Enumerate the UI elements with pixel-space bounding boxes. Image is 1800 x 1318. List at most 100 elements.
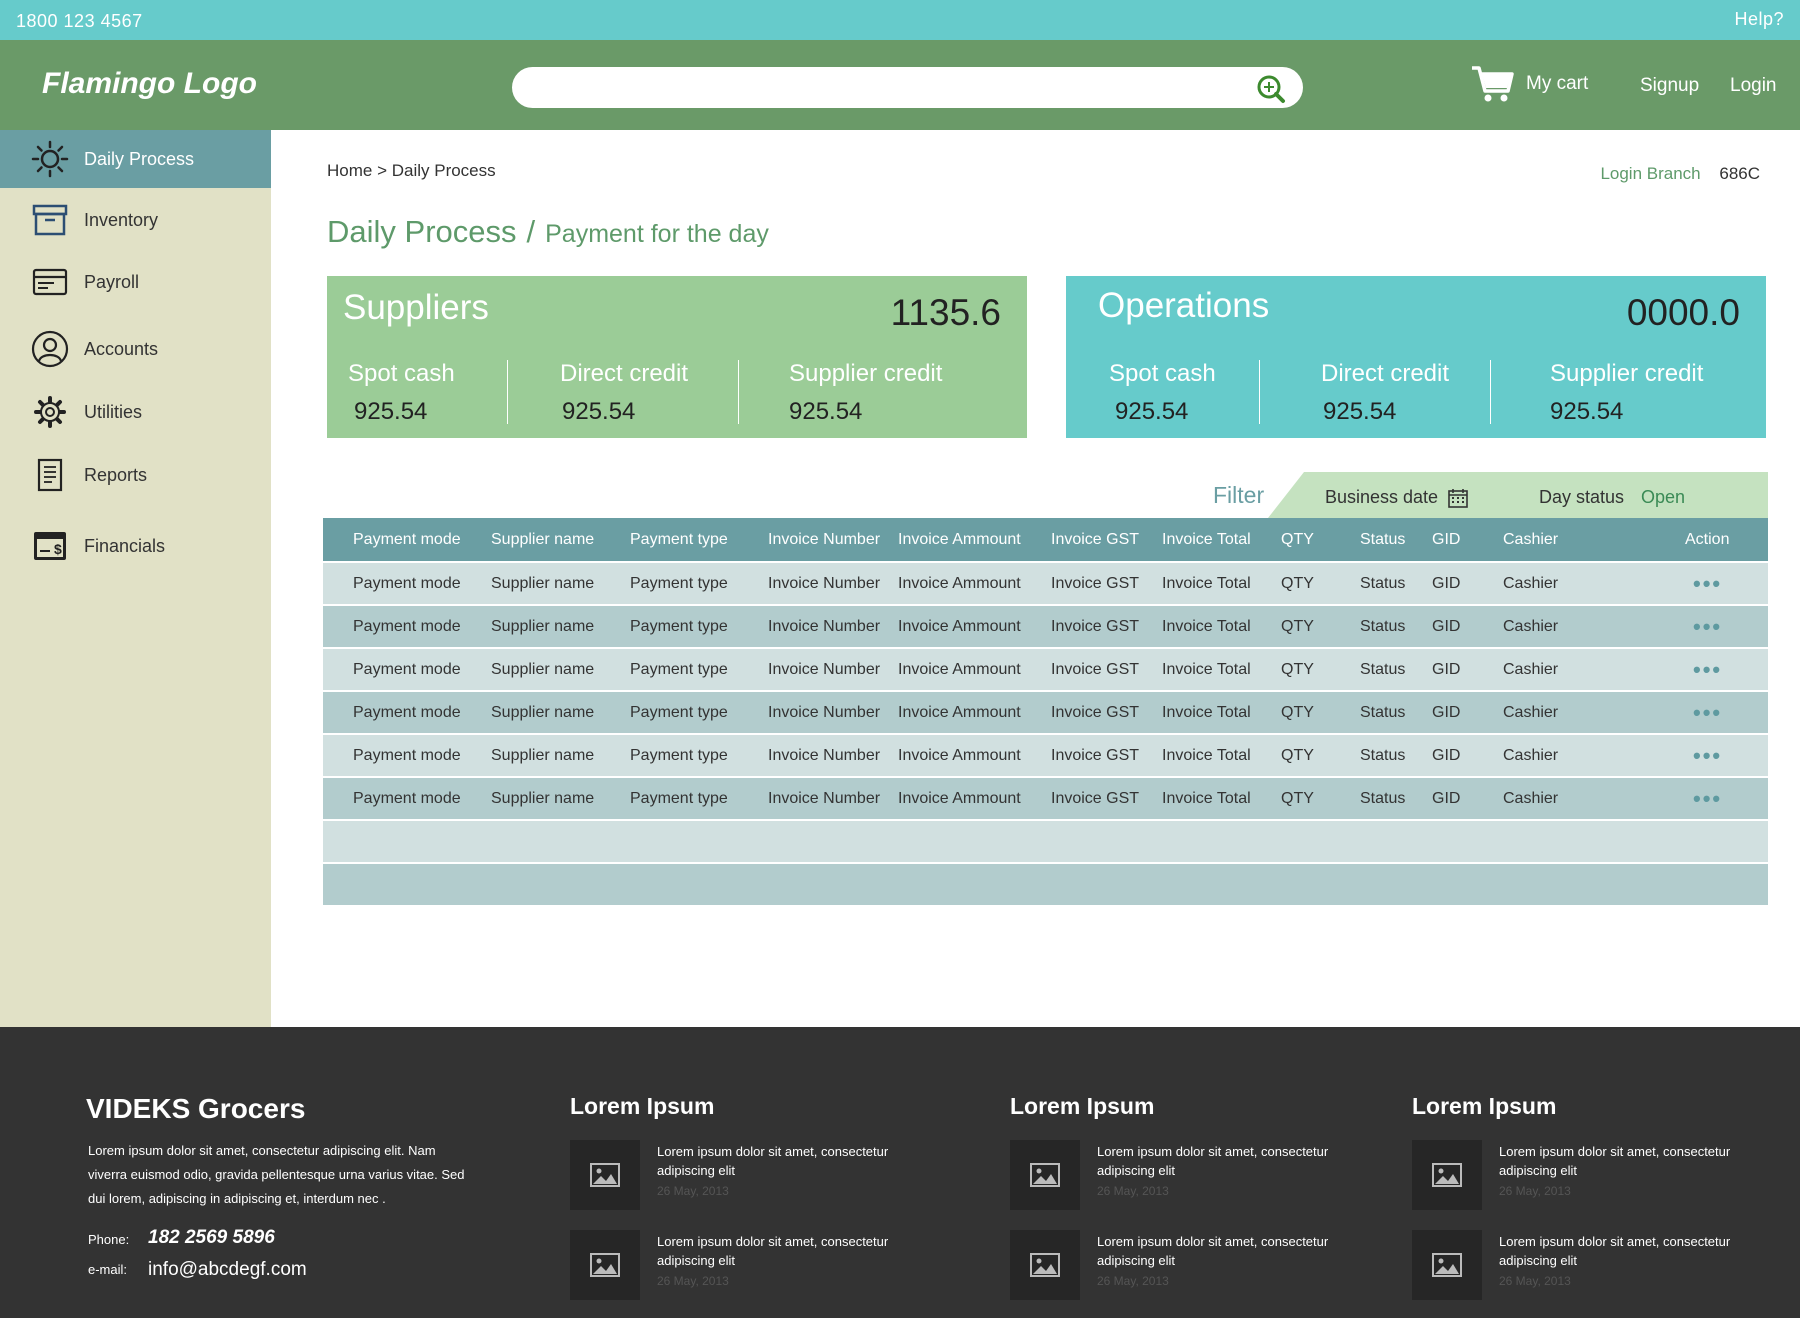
user-icon xyxy=(30,329,70,369)
card-title: Suppliers xyxy=(343,288,489,327)
footer-post[interactable]: Lorem ipsum dolor sit amet, consectetur … xyxy=(570,1230,910,1300)
support-phone: 1800 123 4567 xyxy=(16,11,143,31)
table-cell: Payment mode xyxy=(353,617,461,635)
table-cell: QTY xyxy=(1281,789,1314,807)
table-row[interactable] xyxy=(323,819,1768,862)
card-title: Operations xyxy=(1098,286,1270,325)
table-row[interactable] xyxy=(323,862,1768,905)
table-cell: Payment type xyxy=(630,660,728,678)
stat-label: Spot cash xyxy=(348,360,455,387)
breadcrumb[interactable]: Home > Daily Process xyxy=(327,161,496,181)
more-actions-icon[interactable]: ••• xyxy=(1693,778,1722,819)
footer-post[interactable]: Lorem ipsum dolor sit amet, consectetur … xyxy=(1010,1140,1350,1210)
document-icon xyxy=(30,455,70,495)
footer-post[interactable]: Lorem ipsum dolor sit amet, consectetur … xyxy=(1412,1230,1752,1300)
table-cell: GID xyxy=(1432,574,1461,592)
footer-post-text: Lorem ipsum dolor sit amet, consectetur … xyxy=(657,1144,889,1178)
table-cell: Status xyxy=(1360,703,1406,721)
business-date-label: Business date xyxy=(1325,487,1439,507)
divider xyxy=(1490,360,1491,424)
column-header[interactable]: Payment type xyxy=(630,518,728,561)
table-cell: QTY xyxy=(1281,617,1314,635)
footer-post[interactable]: Lorem ipsum dolor sit amet, consectetur … xyxy=(1412,1140,1752,1210)
divider xyxy=(738,360,739,424)
cart-icon xyxy=(1472,66,1514,102)
more-actions-icon[interactable]: ••• xyxy=(1693,692,1722,733)
footer-email[interactable]: info@abcdegf.com xyxy=(148,1259,307,1281)
header: Flamingo Logo My cart Signup Login xyxy=(0,40,1800,130)
table-cell: GID xyxy=(1432,617,1461,635)
email-label: e-mail: xyxy=(88,1262,128,1277)
table-cell: Payment mode xyxy=(353,746,461,764)
column-header[interactable]: Status xyxy=(1360,518,1405,561)
sidebar-item-financials[interactable]: $ Financials xyxy=(0,517,271,575)
footer-post[interactable]: Lorem ipsum dolor sit amet, consectetur … xyxy=(1010,1230,1350,1300)
column-header[interactable]: QTY xyxy=(1281,518,1314,561)
table-cell: GID xyxy=(1432,789,1461,807)
more-actions-icon[interactable]: ••• xyxy=(1693,606,1722,647)
sidebar-item-reports[interactable]: Reports xyxy=(0,446,271,504)
image-placeholder-icon xyxy=(1412,1230,1482,1300)
table-cell: Invoice Number xyxy=(768,574,881,592)
column-header[interactable]: GID xyxy=(1432,518,1460,561)
spot-cash-stat: Spot cash 925.54 xyxy=(348,360,455,426)
table-cell: Payment type xyxy=(630,746,728,764)
sidebar-item-utilities[interactable]: Utilities xyxy=(0,383,271,441)
column-header[interactable]: Invoice Number xyxy=(768,518,880,561)
table-cell: Invoice Number xyxy=(768,660,881,678)
signup-link[interactable]: Signup xyxy=(1640,75,1699,97)
table-cell: QTY xyxy=(1281,574,1314,592)
search-bar xyxy=(512,67,1303,108)
more-actions-icon[interactable]: ••• xyxy=(1693,563,1722,604)
table-row[interactable]: Payment mode Supplier name Payment type Inv… xyxy=(323,690,1768,733)
cart-button[interactable]: My cart xyxy=(1470,62,1588,106)
table-row[interactable]: Payment mode Supplier name Payment type Inv… xyxy=(323,561,1768,604)
sidebar-item-payroll[interactable]: Payroll xyxy=(0,253,271,311)
sun-icon xyxy=(30,139,70,179)
sidebar-item-inventory[interactable]: Inventory xyxy=(0,191,271,249)
stat-label: Supplier credit xyxy=(789,360,943,387)
table-cell: Invoice Ammount xyxy=(898,574,1021,592)
column-header[interactable]: Invoice GST xyxy=(1051,518,1139,561)
more-actions-icon[interactable]: ••• xyxy=(1693,735,1722,776)
login-link[interactable]: Login xyxy=(1730,75,1777,97)
table-row[interactable]: Payment mode Supplier name Payment type Inv… xyxy=(323,647,1768,690)
table-cell: Invoice Number xyxy=(768,789,881,807)
logo[interactable]: Flamingo Logo xyxy=(42,67,257,101)
more-actions-icon[interactable]: ••• xyxy=(1693,649,1722,690)
footer-post-text: Lorem ipsum dolor sit amet, consectetur … xyxy=(1499,1234,1731,1268)
image-placeholder-icon xyxy=(570,1140,640,1210)
column-header[interactable]: Cashier xyxy=(1503,518,1558,561)
column-header[interactable]: Invoice Total xyxy=(1162,518,1251,561)
sidebar-item-label: Payroll xyxy=(84,271,140,292)
table-cell: Invoice Number xyxy=(768,746,881,764)
column-header[interactable]: Invoice Ammount xyxy=(898,518,1021,561)
column-header[interactable]: Supplier name xyxy=(491,518,594,561)
column-header[interactable]: Payment mode xyxy=(353,518,461,561)
table-row[interactable]: Payment mode Supplier name Payment type Inv… xyxy=(323,733,1768,776)
table-cell: Invoice GST xyxy=(1051,746,1140,764)
table-cell: QTY xyxy=(1281,660,1314,678)
stat-value: 925.54 xyxy=(1115,398,1189,425)
table-row[interactable]: Payment mode Supplier name Payment type Inv… xyxy=(323,776,1768,819)
table-cell: Status xyxy=(1360,617,1406,635)
day-status-value[interactable]: Open xyxy=(1641,487,1685,508)
footer-post-date: 26 May, 2013 xyxy=(1097,1274,1169,1288)
business-date-picker[interactable]: Business date xyxy=(1325,487,1468,508)
table-cell: Invoice GST xyxy=(1051,617,1140,635)
page-subtitle: Payment for the day xyxy=(545,220,769,248)
table-cell: Payment type xyxy=(630,703,728,721)
table-cell: Payment type xyxy=(630,789,728,807)
table-cell: Payment mode xyxy=(353,703,461,721)
table-cell: Invoice GST xyxy=(1051,703,1140,721)
stat-value: 925.54 xyxy=(1323,398,1397,425)
sidebar-item-daily-process[interactable]: Daily Process xyxy=(0,130,271,188)
search-icon[interactable] xyxy=(1255,73,1287,105)
table-row[interactable]: Payment mode Supplier name Payment type Inv… xyxy=(323,604,1768,647)
column-header[interactable]: Action xyxy=(1685,518,1729,561)
filter-label: Filter xyxy=(1213,482,1265,508)
help-link[interactable]: Help? xyxy=(1734,9,1784,30)
sidebar-item-accounts[interactable]: Accounts xyxy=(0,320,271,378)
search-input[interactable] xyxy=(534,75,1234,100)
footer-post[interactable]: Lorem ipsum dolor sit amet, consectetur … xyxy=(570,1140,910,1210)
